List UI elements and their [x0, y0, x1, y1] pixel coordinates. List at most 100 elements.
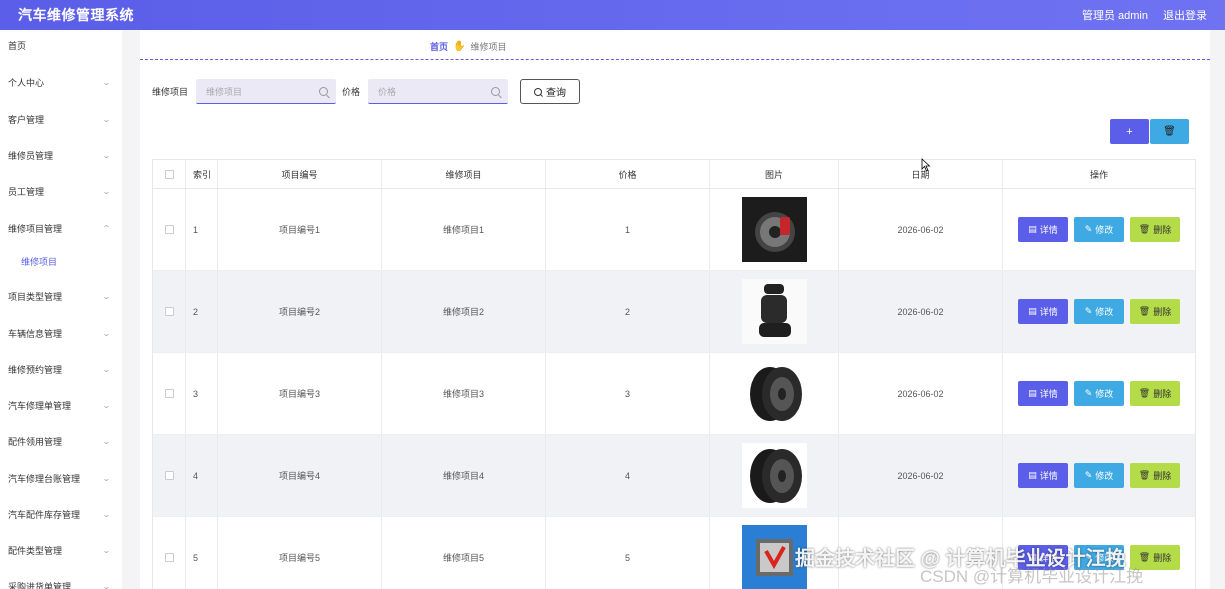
row-index: 5: [186, 517, 218, 589]
header-image: 图片: [710, 160, 839, 188]
select-all-checkbox[interactable]: [164, 169, 174, 179]
row-select-cell: [153, 517, 186, 589]
sidebar-item-label: 项目类型管理: [8, 291, 63, 302]
data-table: 索引 项目编号 维修项目 价格 图片 日期 操作 1 项目编号1 维修项目1 1: [152, 159, 1196, 589]
detail-button[interactable]: ▤ 详情: [1018, 463, 1068, 488]
edit-icon: ✎: [1084, 470, 1093, 480]
tire-image[interactable]: [741, 443, 807, 508]
row-actions: ▤ 详情 ✎ 修改 🗑 删除: [1003, 435, 1195, 516]
sidebar-item-repair-orders[interactable]: 汽车修理单管理 ⌄: [0, 390, 122, 420]
row-item: 维修项目1: [382, 189, 546, 270]
chevron-up-icon: ⌃: [102, 223, 112, 233]
trash-icon: 🗑: [1163, 126, 1176, 137]
sidebar-item-staff[interactable]: 员工管理 ⌄: [0, 176, 122, 206]
row-code: 项目编号1: [218, 189, 382, 270]
sidebar-item-part-types[interactable]: 配件类型管理 ⌄: [0, 535, 122, 565]
sidebar-item-project-types[interactable]: 项目类型管理 ⌄: [0, 281, 122, 311]
detail-button[interactable]: ▤ 详情: [1018, 217, 1068, 242]
search-icon: [319, 86, 329, 96]
sidebar-item-label: 员工管理: [8, 186, 45, 197]
row-checkbox[interactable]: [164, 553, 174, 562]
edit-button[interactable]: ✎ 修改: [1074, 381, 1124, 406]
header-price: 价格: [546, 160, 710, 188]
edit-icon: ✎: [1084, 224, 1093, 234]
tire-image[interactable]: [741, 361, 807, 426]
trash-icon: 🗑: [1138, 388, 1151, 398]
sidebar-item-label: 配件类型管理: [8, 545, 63, 556]
header-select-cell: [153, 160, 186, 188]
delete-label: 删除: [1153, 389, 1172, 399]
edit-button[interactable]: ✎ 修改: [1074, 463, 1124, 488]
chevron-down-icon: ⌄: [102, 436, 112, 446]
edit-label: 修改: [1095, 225, 1114, 235]
detail-label: 详情: [1039, 471, 1058, 481]
row-code: 项目编号2: [218, 271, 382, 352]
sidebar-item-repair-projects[interactable]: 维修项目管理 ⌃: [0, 213, 122, 243]
header-ops: 操作: [1089, 169, 1108, 180]
table-row: 4 项目编号4 维修项目4 4 2026-06-02 ▤ 详情 ✎ 修改 🗑 删除: [153, 435, 1195, 517]
row-actions: ▤ 详情 ✎ 修改 🗑 删除: [1003, 271, 1195, 352]
chevron-down-icon: ⌄: [102, 291, 112, 301]
logout-link[interactable]: 退出登录: [1163, 7, 1207, 23]
delete-button[interactable]: 🗑 删除: [1130, 299, 1180, 324]
chevron-down-icon: ⌄: [102, 545, 112, 555]
sidebar-item-parts-inventory[interactable]: 汽车配件库存管理 ⌄: [0, 499, 122, 529]
sidebar-subitem-repair-project[interactable]: 维修项目: [0, 248, 122, 274]
sidebar-item-label: 汽车修理台账管理: [8, 473, 81, 484]
delete-button[interactable]: 🗑 删除: [1130, 381, 1180, 406]
row-checkbox[interactable]: [164, 471, 174, 480]
top-bar: 汽车维修管理系统 管理员 admin 退出登录: [0, 0, 1225, 30]
sidebar-item-repair-ledger[interactable]: 汽车修理台账管理 ⌄: [0, 463, 122, 493]
sidebar-item-repairmen[interactable]: 维修员管理 ⌄: [0, 140, 122, 170]
sidebar-item-appointments[interactable]: 维修预约管理 ⌄: [0, 354, 122, 384]
sidebar-item-customers[interactable]: 客户管理 ⌄: [0, 104, 122, 134]
table-row: 3 项目编号3 维修项目3 3 2026-06-02 ▤ 详情 ✎ 修改 🗑 删除: [153, 353, 1195, 435]
table-row: 2 项目编号2 维修项目2 2 2026-06-02 ▤ 详情 ✎ 修改 🗑 删除: [153, 271, 1195, 353]
sidebar-item-label: 配件领用管理: [8, 436, 63, 447]
document-icon: ▤: [1028, 306, 1037, 316]
price-search-input[interactable]: 价格: [368, 79, 509, 104]
delete-button[interactable]: 🗑 删除: [1130, 217, 1180, 242]
query-button[interactable]: 查询: [520, 79, 581, 104]
row-price: 5: [546, 517, 710, 589]
edit-button[interactable]: ✎ 修改: [1074, 217, 1124, 242]
row-checkbox[interactable]: [164, 307, 174, 316]
detail-button[interactable]: ▤ 详情: [1018, 299, 1068, 324]
item-search-input[interactable]: 维修项目: [196, 79, 337, 104]
detail-button[interactable]: ▤ 详情: [1018, 381, 1068, 406]
header-index: 索引: [186, 160, 218, 188]
row-code: 项目编号3: [218, 353, 382, 434]
brake-disc-image[interactable]: [741, 197, 807, 262]
edit-button[interactable]: ✎ 修改: [1074, 299, 1124, 324]
breadcrumb: 首页 ✋ 维修项目: [430, 40, 506, 53]
delete-label: 删除: [1153, 553, 1172, 563]
batch-delete-button[interactable]: 🗑: [1150, 119, 1189, 144]
sidebar-item-label: 维修预约管理: [8, 364, 63, 375]
car-seat-image[interactable]: [741, 279, 807, 344]
row-date: 2026-06-02: [839, 271, 1003, 352]
sidebar-item-personal-center[interactable]: 个人中心 ⌄: [0, 67, 122, 97]
sidebar-item-parts-usage[interactable]: 配件领用管理 ⌄: [0, 426, 122, 456]
edit-label: 修改: [1095, 307, 1114, 317]
sidebar-item-home[interactable]: 首页: [0, 30, 122, 60]
row-checkbox[interactable]: [164, 389, 174, 398]
chevron-down-icon: ⌄: [102, 328, 112, 338]
row-image-cell: [710, 271, 839, 352]
current-user: 管理员 admin: [1081, 10, 1148, 22]
sidebar-item-label: 汽车配件库存管理: [8, 509, 81, 520]
search-form: 维修项目 维修项目 价格 价格 查询: [152, 79, 581, 104]
add-button[interactable]: +: [1110, 119, 1149, 144]
detail-label: 详情: [1039, 307, 1058, 317]
sidebar-item-purchase-orders[interactable]: 采购进货单管理 ⌄: [0, 571, 122, 589]
row-item: 维修项目4: [382, 435, 546, 516]
trash-icon: 🗑: [1138, 306, 1151, 316]
delete-button[interactable]: 🗑 删除: [1130, 463, 1180, 488]
delete-label: 删除: [1153, 307, 1172, 317]
breadcrumb-home[interactable]: 首页: [430, 40, 448, 53]
sidebar-item-label: 客户管理: [8, 114, 45, 125]
row-checkbox[interactable]: [164, 225, 174, 234]
sidebar-item-vehicles[interactable]: 车辆信息管理 ⌄: [0, 318, 122, 348]
row-code: 项目编号4: [218, 435, 382, 516]
edit-label: 修改: [1095, 471, 1114, 481]
row-index: 1: [186, 189, 218, 270]
